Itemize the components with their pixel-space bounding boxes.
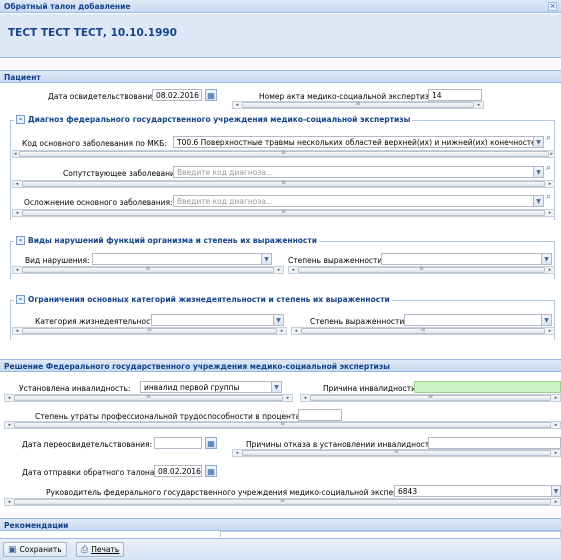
reexam-date-input[interactable] — [154, 437, 202, 449]
collapse-icon[interactable]: – — [16, 236, 25, 245]
limitation-category-label: Категория жизнедеятельности: — [35, 317, 162, 326]
save-button-label: Сохранить — [19, 545, 62, 554]
diagnosis-legend-text: Диагноз федерального государственного уч… — [28, 115, 411, 124]
complication-label: Осложнение основного заболевания: — [24, 198, 173, 207]
refusal-label: Причины отказа в установлении инвалиднос… — [246, 440, 437, 449]
act-number-scrollbar[interactable]: ◂▸ — [232, 101, 484, 109]
concomitant-label: Сопутствующее заболевание: — [63, 169, 183, 178]
disability-label: Установлена инвалидность: — [19, 384, 131, 393]
floppy-icon: ▣ — [8, 544, 17, 555]
head-scrollbar[interactable]: ◂▸ — [4, 498, 561, 506]
chevron-down-icon[interactable]: ▼ — [534, 166, 544, 178]
print-button-label: Печать — [91, 545, 120, 554]
main-code-label: Код основного заболевания по МКБ: — [22, 139, 167, 148]
impairment-type-scrollbar[interactable]: ◂▸ — [12, 266, 284, 274]
work-capacity-label: Степень утраты профессиональной трудоспо… — [35, 412, 307, 421]
reexam-date-label: Дата переосвидетельствования: — [22, 440, 153, 449]
complication-input[interactable]: Введите код диагноза... — [173, 195, 534, 207]
printer-icon: ⎙ — [81, 544, 89, 555]
disability-scrollbar[interactable]: ◂▸ — [4, 394, 293, 402]
refusal-input[interactable] — [428, 437, 561, 449]
chevron-down-icon[interactable]: ▼ — [272, 381, 282, 393]
magnifier-icon[interactable]: ⌕ — [546, 133, 551, 143]
patient-header-band: ТЕСТ ТЕСТ ТЕСТ, 10.10.1990 — [0, 14, 561, 58]
close-icon[interactable]: × — [548, 2, 557, 11]
act-number-input[interactable]: 14 — [428, 89, 482, 101]
limitations-legend: – Ограничения основных категорий жизнеде… — [14, 295, 392, 304]
collapse-icon[interactable]: – — [16, 115, 25, 124]
section-recommendations-title: Рекомендации — [4, 521, 69, 530]
complication-scrollbar[interactable]: ◂▸ — [12, 209, 555, 217]
recommendations-field[interactable] — [220, 531, 561, 537]
send-date-input[interactable]: 08.02.2016 — [154, 465, 202, 477]
calendar-icon[interactable]: ▦ — [205, 437, 217, 449]
head-label: Руководитель федерального государственно… — [46, 488, 420, 497]
impairments-legend: – Виды нарушений функций организма и сте… — [14, 236, 319, 245]
main-code-input[interactable]: T00.6 Поверхностные травмы нескольких об… — [173, 136, 534, 148]
impairment-degree-select[interactable] — [381, 253, 542, 265]
limitation-degree-label: Степень выраженности: — [310, 317, 407, 326]
window-title-bar: Обратный талон добавление — [0, 0, 561, 13]
chevron-down-icon[interactable]: ▼ — [552, 485, 561, 497]
section-recommendations-header: Рекомендации — [0, 518, 561, 531]
impairment-degree-scrollbar[interactable]: ◂▸ — [288, 266, 555, 274]
diagnosis-legend: – Диагноз федерального государственного … — [14, 115, 413, 124]
limitation-degree-select[interactable] — [404, 314, 542, 326]
chevron-down-icon[interactable]: ▼ — [534, 136, 544, 148]
impairment-type-select[interactable] — [92, 253, 262, 265]
section-decision-header: Решение Федерального государственного уч… — [0, 359, 561, 372]
chevron-down-icon[interactable]: ▼ — [542, 253, 552, 265]
limitations-legend-text: Ограничения основных категорий жизнедеят… — [28, 295, 390, 304]
limitation-category-scrollbar[interactable]: ◂▸ — [12, 327, 287, 335]
limitation-degree-scrollbar[interactable]: ◂▸ — [291, 327, 555, 335]
refusal-scrollbar[interactable]: ◂▸ — [232, 449, 561, 457]
chevron-down-icon[interactable]: ▼ — [542, 314, 552, 326]
print-button[interactable]: ⎙ Печать — [76, 542, 125, 557]
calendar-icon[interactable]: ▦ — [205, 465, 217, 477]
exam-date-label: Дата освидетельствования: — [48, 92, 160, 101]
magnifier-icon[interactable]: ⌕ — [546, 192, 551, 202]
impairment-degree-label: Степень выраженности: — [288, 256, 385, 265]
work-capacity-input[interactable] — [298, 409, 342, 421]
concomitant-scrollbar[interactable]: ◂▸ — [12, 180, 555, 188]
main-code-scrollbar[interactable]: ◂▸ — [12, 150, 555, 158]
impairment-type-label: Вид нарушения: — [25, 256, 90, 265]
send-date-label: Дата отправки обратного талона: — [22, 468, 157, 477]
calendar-icon[interactable]: ▦ — [205, 89, 217, 101]
magnifier-icon[interactable]: ⌕ — [546, 163, 551, 173]
disability-cause-label: Причина инвалидности: — [323, 384, 419, 393]
exam-date-input[interactable]: 08.02.2016 — [152, 89, 202, 101]
work-capacity-scrollbar[interactable]: ◂▸ — [4, 421, 561, 429]
section-patient-title: Пациент — [4, 73, 41, 82]
disability-select[interactable]: инвалид первой группы — [140, 381, 272, 393]
chevron-down-icon[interactable]: ▼ — [274, 314, 284, 326]
act-number-label: Номер акта медико-социальной экспертизы: — [259, 92, 438, 101]
patient-name: ТЕСТ ТЕСТ ТЕСТ, 10.10.1990 — [8, 27, 177, 39]
limitation-category-select[interactable] — [151, 314, 274, 326]
impairments-legend-text: Виды нарушений функций организма и степе… — [28, 236, 317, 245]
window-title: Обратный талон добавление — [4, 2, 131, 11]
concomitant-input[interactable]: Введите код диагноза... — [173, 166, 534, 178]
disability-cause-input[interactable] — [414, 381, 561, 393]
disability-cause-scrollbar[interactable]: ◂▸ — [300, 394, 561, 402]
section-patient-header: Пациент — [0, 70, 561, 83]
collapse-icon[interactable]: – — [16, 295, 25, 304]
chevron-down-icon[interactable]: ▼ — [262, 253, 272, 265]
chevron-down-icon[interactable]: ▼ — [534, 195, 544, 207]
save-button[interactable]: ▣ Сохранить — [3, 542, 67, 557]
section-decision-title: Решение Федерального государственного уч… — [4, 362, 390, 371]
head-select[interactable]: 6843 — [394, 485, 552, 497]
